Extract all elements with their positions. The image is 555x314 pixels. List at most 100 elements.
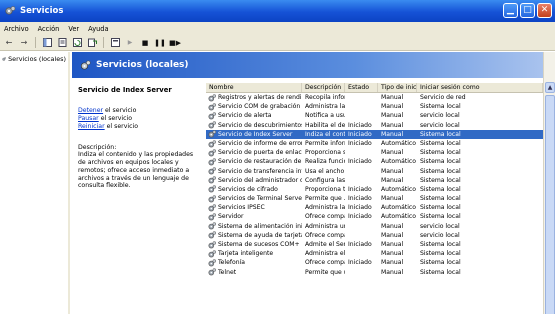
service-row[interactable]: Servicios de Terminal Server Permite que … — [206, 194, 543, 203]
service-row[interactable]: Servicio COM de grabación de CD de I...A… — [206, 102, 543, 111]
service-row[interactable]: Telefonía Ofrece compa...Iniciado Manual Si… — [206, 258, 543, 267]
service-description-cell: Ofrece compa... — [305, 213, 345, 221]
console-tree-icon — [42, 38, 52, 47]
service-description-cell: Usa el ancho ... — [305, 167, 345, 175]
tree-item-services-local[interactable]: Servicios (locales) — [2, 55, 66, 63]
service-gear-icon — [208, 250, 217, 258]
refresh-button[interactable] — [72, 38, 82, 48]
maximize-button[interactable]: □ — [520, 3, 535, 18]
service-name-cell: Servicio del administrador de discos ló.… — [206, 176, 302, 185]
service-row[interactable]: Servicio de alerta Notifica a usu... Manua… — [206, 111, 543, 120]
service-name-cell: Servicios de Terminal Server — [206, 194, 302, 203]
service-row[interactable]: Servicio de Index Server Indiza el cont..… — [206, 129, 543, 139]
service-name-cell: Sistema de alimentación ininterrumpida — [206, 222, 302, 231]
service-startup-type-cell: Manual — [381, 121, 404, 129]
service-description-cell: Recopila infor... — [305, 94, 345, 101]
menu-archivo[interactable]: Archivo — [4, 25, 29, 33]
service-logon-cell: servicio local — [420, 231, 460, 239]
service-row[interactable]: Servicio de informe de errores Permite in… — [206, 139, 543, 148]
scroll-up-button[interactable]: ▲ — [545, 82, 555, 93]
export-list-button[interactable] — [87, 38, 97, 48]
service-name-cell: Servidor — [206, 212, 302, 221]
services-gear-icon — [4, 5, 16, 17]
service-name: Servicio de puerta de enlace de capa ... — [218, 149, 302, 157]
column-header-name[interactable]: Nombre — [206, 83, 302, 92]
service-gear-icon — [208, 268, 217, 276]
service-detail-panel: Servicio de Index Server Detener el serv… — [72, 78, 205, 314]
service-logon-cell: servicio local — [420, 112, 460, 120]
start-service-button[interactable]: ▶ — [125, 38, 135, 48]
service-logon-cell: Sistema local — [420, 195, 461, 203]
service-row[interactable]: Servidor Ofrece compa...Iniciado Automátic… — [206, 212, 543, 221]
service-gear-icon — [208, 240, 217, 249]
service-name-cell: Servicio de transferencia inteligente e.… — [206, 167, 302, 176]
service-description-cell: Administra la ... — [305, 204, 345, 212]
vertical-scrollbar[interactable]: ▲ — [543, 52, 555, 314]
service-startup-type-cell: Manual — [381, 149, 404, 157]
service-name: Tarjeta inteligente — [218, 250, 274, 258]
service-gear-icon — [208, 167, 217, 175]
service-description-cell: Permite que u... — [305, 268, 345, 276]
service-description-cell: Proporciona tr... — [305, 185, 345, 193]
stop-service-link[interactable]: Detener — [78, 107, 103, 114]
service-row[interactable]: Sistema de sucesos COM+ Admite el Serv...… — [206, 240, 543, 249]
service-row[interactable]: Servicio de descubrimientos SSDPHabilita… — [206, 121, 543, 130]
service-startup-type-cell: Manual — [381, 268, 404, 276]
service-gear-icon — [208, 158, 217, 166]
service-row[interactable]: Sistema de ayuda de tarjeta inteligenteO… — [206, 231, 543, 240]
service-name: Registros y alertas de rendimiento — [218, 94, 302, 101]
service-name-cell: Registros y alertas de rendimiento — [206, 93, 302, 102]
action-text: el servicio — [104, 122, 138, 130]
stop-service-button[interactable]: ■ — [140, 38, 150, 48]
service-row[interactable]: Servicio de puerta de enlace de capa ...… — [206, 148, 543, 157]
toolbar-separator — [35, 37, 36, 48]
service-row[interactable]: Registros y alertas de rendimientoRecopi… — [206, 93, 543, 102]
service-actions: Detener el servicio Pausar el servicio R… — [78, 107, 199, 130]
service-gear-icon — [208, 130, 217, 138]
service-row[interactable]: Servicios de cifrado Proporciona tr...Ini… — [206, 185, 543, 194]
service-row[interactable]: Servicio del administrador de discos ló.… — [206, 176, 543, 185]
service-gear-icon — [208, 185, 217, 193]
forward-button[interactable]: → — [19, 38, 29, 48]
service-description-cell: Admite el Serv... — [305, 241, 345, 248]
service-startup-type-cell: Manual — [381, 259, 404, 267]
service-gear-icon — [208, 231, 217, 239]
show-tree-button[interactable] — [42, 38, 52, 48]
service-row[interactable]: Servicios IPSEC Administra la ...Iniciado… — [206, 203, 543, 212]
menu-ayuda[interactable]: Ayuda — [88, 25, 108, 33]
pause-service-link[interactable]: Pausar — [78, 115, 99, 122]
stop-icon: ■ — [141, 38, 149, 47]
service-name: Servicio de restauración de sistema — [218, 158, 302, 166]
service-row[interactable]: Servicio de restauración de sistemaReali… — [206, 157, 543, 166]
service-row[interactable]: Sistema de alimentación ininterrumpidaAd… — [206, 222, 543, 231]
pane-header: Servicios (locales) — [72, 52, 543, 78]
service-logon-cell: servicio local — [420, 222, 460, 230]
column-header-startup-type[interactable]: Tipo de inicio — [378, 83, 417, 92]
service-description-cell: Indiza el cont... — [305, 130, 345, 138]
restart-service-button[interactable]: ■▶ — [169, 38, 181, 48]
menu-accion[interactable]: Acción — [38, 25, 60, 33]
minimize-button[interactable]: ▁ — [503, 3, 518, 18]
forward-arrow-icon: → — [20, 38, 28, 47]
pause-service-button[interactable]: ❚❚ — [154, 38, 166, 48]
service-name: Telefonía — [218, 259, 246, 267]
back-button[interactable]: ← — [4, 38, 14, 48]
service-status-cell: Iniciado — [348, 195, 372, 203]
column-header-status[interactable]: Estado — [345, 83, 378, 92]
restart-service-link[interactable]: Reiniciar — [78, 123, 105, 130]
scroll-thumb[interactable] — [545, 95, 555, 314]
column-header-logon-as[interactable]: Iniciar sesión como — [417, 83, 543, 92]
service-gear-icon — [208, 139, 217, 148]
service-description-cell: Notifica a usu... — [305, 112, 345, 120]
help-button[interactable] — [110, 38, 120, 48]
menu-ver[interactable]: Ver — [68, 25, 79, 33]
column-header-description[interactable]: Descripción — [302, 83, 345, 92]
close-button[interactable]: ✕ — [537, 3, 552, 18]
properties-button[interactable] — [57, 38, 67, 48]
service-name-cell: Servicio de informe de errores — [206, 139, 302, 148]
service-row[interactable]: Servicio de transferencia inteligente e.… — [206, 167, 543, 176]
service-row[interactable]: Telnet Permite que u... Manual Sistema loca… — [206, 268, 543, 277]
service-logon-cell: Sistema local — [420, 149, 461, 157]
list-body: Registros y alertas de rendimientoRecopi… — [206, 93, 543, 277]
service-row[interactable]: Tarjeta inteligente Administra el ... Manu… — [206, 249, 543, 258]
